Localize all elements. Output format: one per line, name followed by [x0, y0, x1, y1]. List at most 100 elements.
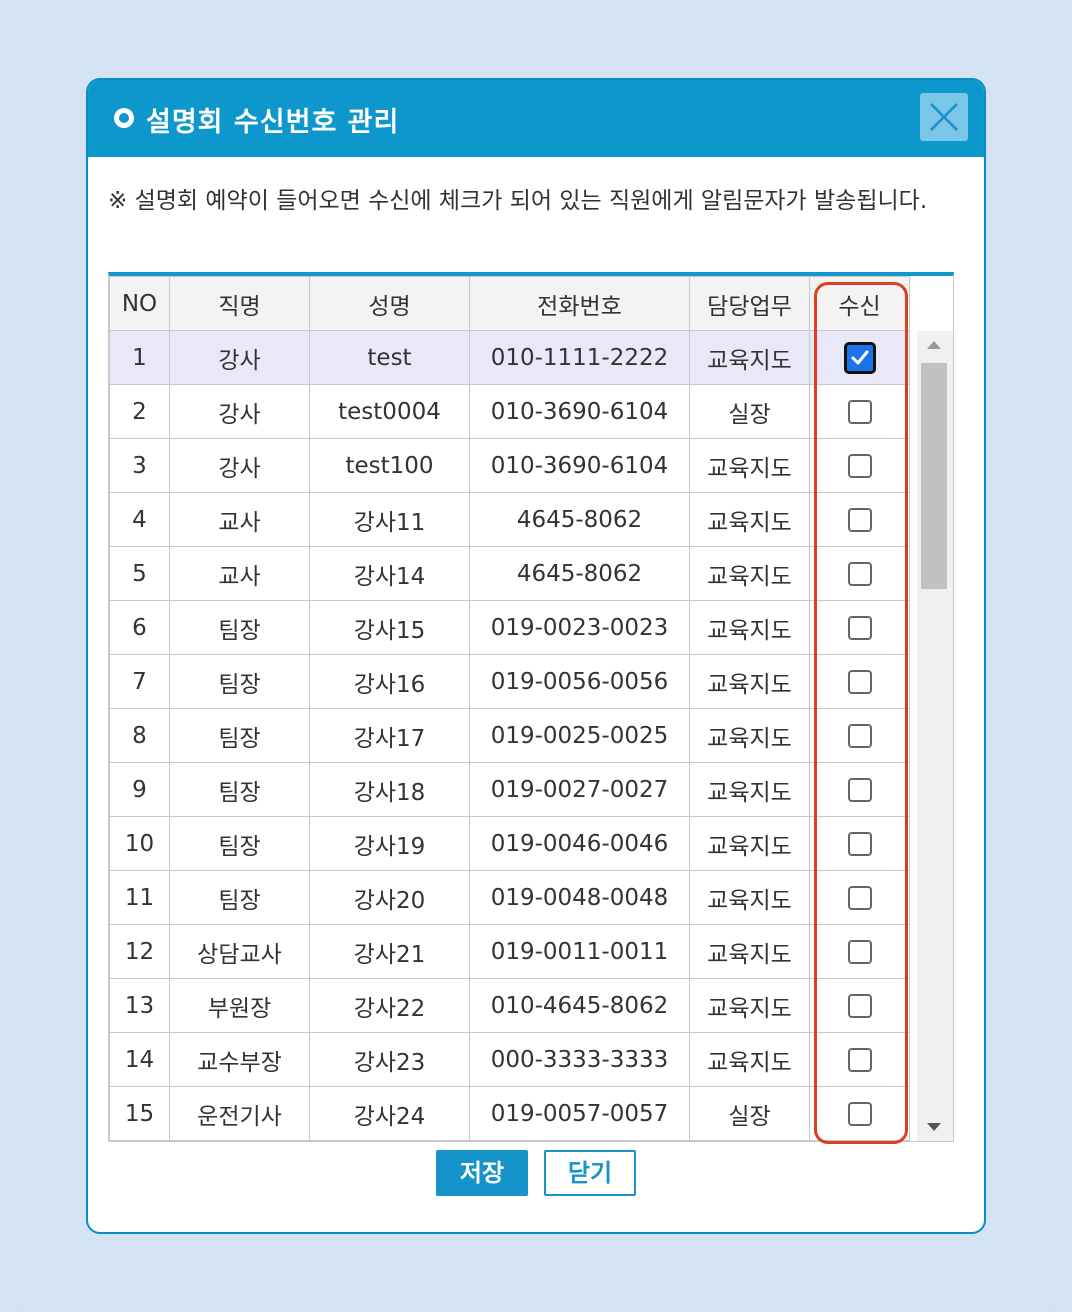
- cell-no: 13: [109, 978, 170, 1033]
- cell-duty: 실장: [689, 384, 810, 439]
- cell-no: 4: [109, 492, 170, 547]
- dialog-titlebar: 설명회 수신번호 관리: [88, 80, 984, 157]
- cell-receive: [809, 438, 910, 493]
- cell-no: 9: [109, 762, 170, 817]
- cell-receive: [809, 1032, 910, 1087]
- cell-position: 팀장: [169, 816, 310, 871]
- receive-checkbox[interactable]: [843, 341, 876, 374]
- cell-no: 1: [109, 330, 170, 385]
- cell-receive: [809, 546, 910, 601]
- receive-checkbox[interactable]: [847, 400, 872, 424]
- close-button[interactable]: 닫기: [544, 1150, 636, 1196]
- cell-duty: 교육지도: [689, 654, 810, 709]
- cell-duty: 교육지도: [689, 1032, 810, 1087]
- cell-name: 강사16: [309, 654, 470, 709]
- receive-checkbox[interactable]: [847, 1102, 872, 1126]
- cell-receive: [809, 762, 910, 817]
- cell-receive: [809, 654, 910, 709]
- table-row[interactable]: 12 상담교사 강사21 019-0011-0011 교육지도: [109, 924, 910, 979]
- receive-checkbox[interactable]: [847, 886, 872, 910]
- receive-checkbox[interactable]: [847, 940, 872, 964]
- cell-no: 2: [109, 384, 170, 439]
- receive-checkbox[interactable]: [847, 508, 872, 532]
- cell-duty: 교육지도: [689, 924, 810, 979]
- cell-receive: [809, 978, 910, 1033]
- cell-position: 팀장: [169, 762, 310, 817]
- title-bullet-icon: [114, 108, 134, 128]
- cell-duty: 교육지도: [689, 978, 810, 1033]
- receive-checkbox[interactable]: [847, 832, 872, 856]
- receive-checkbox[interactable]: [847, 778, 872, 802]
- header-phone: 전화번호: [469, 276, 690, 331]
- cell-receive: [809, 1086, 910, 1141]
- cell-name: 강사18: [309, 762, 470, 817]
- cell-duty: 교육지도: [689, 492, 810, 547]
- table-row[interactable]: 9 팀장 강사18 019-0027-0027 교육지도: [109, 762, 910, 817]
- cell-position: 팀장: [169, 600, 310, 655]
- header-duty: 담당업무: [689, 276, 810, 331]
- cell-phone: 4645-8062: [469, 546, 690, 601]
- cell-phone: 010-1111-2222: [469, 330, 690, 385]
- cell-no: 5: [109, 546, 170, 601]
- dialog-title: 설명회 수신번호 관리: [146, 107, 400, 138]
- cell-phone: 019-0025-0025: [469, 708, 690, 763]
- cell-receive: [809, 924, 910, 979]
- header-receive: 수신: [809, 276, 910, 331]
- table-row[interactable]: 7 팀장 강사16 019-0056-0056 교육지도: [109, 654, 910, 709]
- table-row[interactable]: 3 강사 test100 010-3690-6104 교육지도: [109, 438, 910, 493]
- cell-position: 부원장: [169, 978, 310, 1033]
- table-row[interactable]: 15 운전기사 강사24 019-0057-0057 실장: [109, 1086, 910, 1141]
- cell-phone: 010-3690-6104: [469, 438, 690, 493]
- cell-receive: [809, 492, 910, 547]
- cell-no: 3: [109, 438, 170, 493]
- cell-duty: 교육지도: [689, 600, 810, 655]
- table-row[interactable]: 8 팀장 강사17 019-0025-0025 교육지도: [109, 708, 910, 763]
- header-name: 성명: [309, 276, 470, 331]
- cell-phone: 019-0048-0048: [469, 870, 690, 925]
- cell-phone: 010-3690-6104: [469, 384, 690, 439]
- cell-no: 10: [109, 816, 170, 871]
- table-row[interactable]: 2 강사 test0004 010-3690-6104 실장: [109, 384, 910, 439]
- table-row[interactable]: 4 교사 강사11 4645-8062 교육지도: [109, 492, 910, 547]
- table-row[interactable]: 5 교사 강사14 4645-8062 교육지도: [109, 546, 910, 601]
- close-x-button[interactable]: [920, 93, 968, 141]
- table-row[interactable]: 1 강사 test 010-1111-2222 교육지도: [109, 330, 910, 385]
- receive-checkbox[interactable]: [847, 562, 872, 586]
- cell-name: 강사17: [309, 708, 470, 763]
- scroll-thumb[interactable]: [921, 363, 947, 589]
- receive-checkbox[interactable]: [847, 994, 872, 1018]
- table-row[interactable]: 10 팀장 강사19 019-0046-0046 교육지도: [109, 816, 910, 871]
- receive-checkbox[interactable]: [847, 616, 872, 640]
- scroll-up-arrow-icon[interactable]: [927, 341, 941, 349]
- checkmark-icon: [851, 350, 868, 364]
- table-row[interactable]: 13 부원장 강사22 010-4645-8062 교육지도: [109, 978, 910, 1033]
- cell-phone: 019-0027-0027: [469, 762, 690, 817]
- page-background: 설명회 수신번호 관리 ※ 설명회 예약이 들어오면 수신에 체크가 되어 있는…: [0, 0, 1072, 1312]
- cell-receive: [809, 384, 910, 439]
- cell-position: 팀장: [169, 708, 310, 763]
- cell-duty: 교육지도: [689, 870, 810, 925]
- cell-phone: 000-3333-3333: [469, 1032, 690, 1087]
- cell-position: 상담교사: [169, 924, 310, 979]
- table-row[interactable]: 6 팀장 강사15 019-0023-0023 교육지도: [109, 600, 910, 655]
- receive-checkbox[interactable]: [847, 724, 872, 748]
- cell-duty: 교육지도: [689, 762, 810, 817]
- cell-no: 15: [109, 1086, 170, 1141]
- cell-receive: [809, 600, 910, 655]
- cell-duty: 교육지도: [689, 816, 810, 871]
- table-header-row: NO 직명 성명 전화번호 담당업무 수신: [109, 276, 910, 331]
- vertical-scrollbar[interactable]: [917, 331, 953, 1141]
- cell-receive: [809, 708, 910, 763]
- table-row[interactable]: 14 교수부장 강사23 000-3333-3333 교육지도: [109, 1032, 910, 1087]
- save-button[interactable]: 저장: [436, 1150, 528, 1196]
- cell-phone: 010-4645-8062: [469, 978, 690, 1033]
- table-row[interactable]: 11 팀장 강사20 019-0048-0048 교육지도: [109, 870, 910, 925]
- receive-checkbox[interactable]: [847, 670, 872, 694]
- cell-position: 교수부장: [169, 1032, 310, 1087]
- scroll-down-arrow-icon[interactable]: [927, 1123, 941, 1131]
- receive-checkbox[interactable]: [847, 1048, 872, 1072]
- notice-text: ※ 설명회 예약이 들어오면 수신에 체크가 되어 있는 직원에게 알림문자가 …: [108, 188, 928, 214]
- receive-checkbox[interactable]: [847, 454, 872, 478]
- staff-table: NO 직명 성명 전화번호 담당업무 수신 1 강사 test 010-1111-22…: [109, 276, 910, 1141]
- cell-name: test100: [309, 438, 470, 493]
